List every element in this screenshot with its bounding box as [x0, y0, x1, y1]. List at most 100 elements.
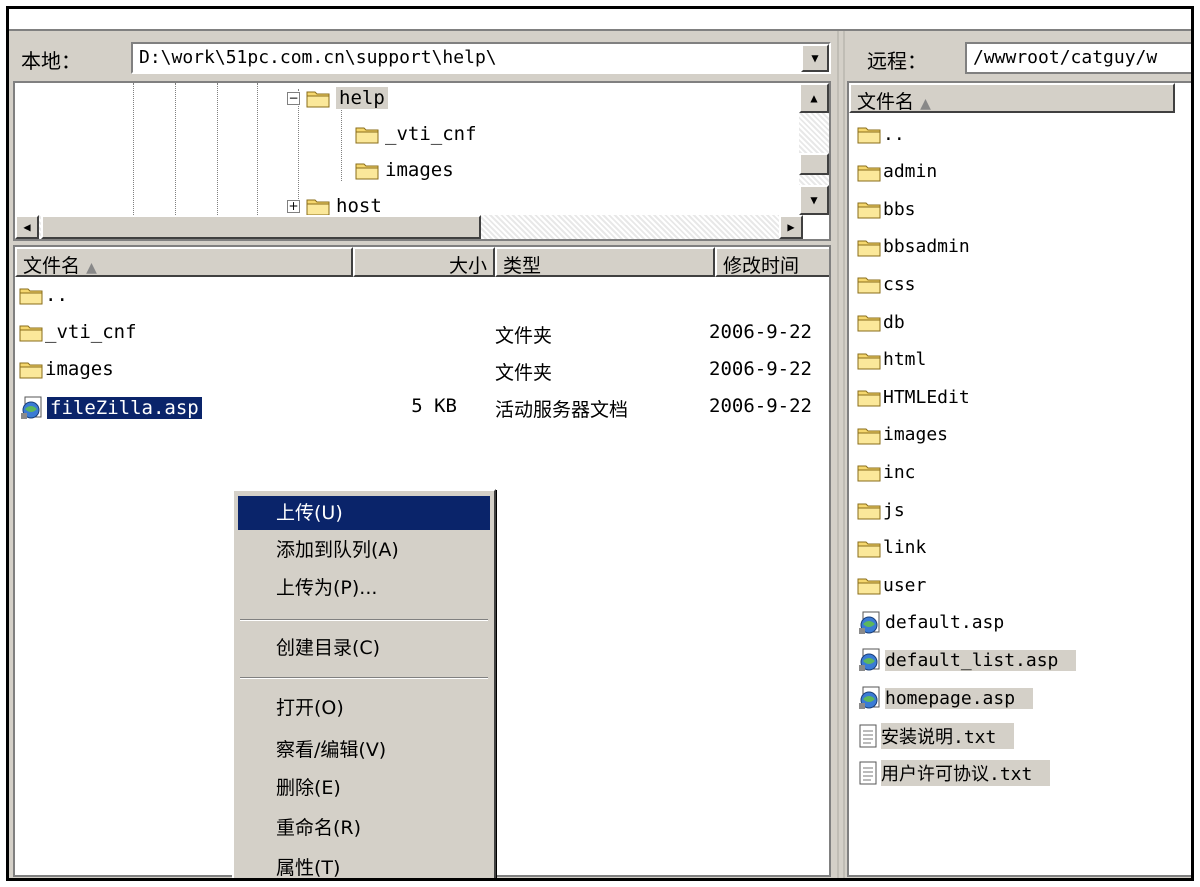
tree-node[interactable]: images [355, 159, 454, 181]
column-header-name[interactable]: 文件名 ▲ [15, 247, 353, 277]
folder-icon [857, 350, 881, 370]
sort-ascending-icon: ▲ [86, 260, 97, 276]
remote-file-name: inc [883, 461, 916, 483]
remote-file-name: images [883, 424, 949, 446]
file-row[interactable]: _vti_cnf 文件夹 2006-9-22 [15, 316, 829, 352]
remote-file-name: admin [883, 161, 938, 183]
asp-file-icon [19, 395, 45, 421]
file-row[interactable]: images 文件夹 2006-9-22 [15, 353, 829, 389]
tree-vertical-scrollbar[interactable]: ▲ ▼ [799, 83, 829, 215]
column-header-type[interactable]: 类型 [495, 247, 715, 277]
local-path-combo[interactable]: D:\work\51pc.com.cn\support\help\ ▼ [131, 42, 831, 74]
remote-column-header-name[interactable]: 文件名 ▲ [849, 83, 1175, 113]
folder-icon [857, 162, 881, 182]
folder-icon [857, 237, 881, 257]
remote-file-row[interactable]: .. [857, 117, 905, 151]
tree-node[interactable]: − help [287, 87, 388, 109]
folder-icon [19, 285, 43, 305]
column-header-size[interactable]: 大小 [353, 247, 495, 277]
folder-icon [355, 124, 379, 144]
scroll-thumb[interactable] [799, 153, 829, 175]
menu-item-delete[interactable]: 删除(E) [238, 771, 490, 805]
file-name-cell: .. [19, 284, 68, 306]
folder-icon [857, 274, 881, 294]
remote-file-row[interactable]: js [857, 493, 905, 527]
file-modified: 2006-9-22 [709, 321, 812, 343]
ftp-client-window: 本地： D:\work\51pc.com.cn\support\help\ ▼ … [6, 6, 1194, 881]
scroll-up-button[interactable]: ▲ [799, 83, 829, 113]
remote-file-name: bbsadmin [883, 236, 970, 258]
file-row[interactable]: .. [15, 279, 829, 315]
local-path-dropdown-button[interactable]: ▼ [801, 44, 829, 72]
menu-item-upload[interactable]: 上传(U) [238, 496, 490, 530]
remote-file-row[interactable]: css [857, 267, 916, 301]
tree-expander-icon[interactable]: − [287, 91, 300, 105]
pane-splitter[interactable] [833, 31, 845, 878]
menu-item-rename[interactable]: 重命名(R) [238, 811, 490, 845]
remote-file-name: html [883, 349, 927, 371]
tree-node[interactable]: _vti_cnf [355, 123, 477, 145]
menu-item-add-to-queue[interactable]: 添加到队列(A) [238, 533, 490, 567]
tree-node-label: help [336, 87, 388, 109]
remote-file-name: default_list.asp [885, 649, 1077, 671]
tree-node[interactable]: + host [287, 195, 382, 217]
remote-file-row[interactable]: user [857, 568, 926, 602]
remote-file-row[interactable]: 用户许可协议.txt [857, 756, 1051, 790]
file-name-cell: _vti_cnf [19, 321, 137, 343]
menu-item-view-edit[interactable]: 察看/编辑(V) [238, 733, 490, 767]
menu-item-upload-as[interactable]: 上传为(P)... [238, 571, 490, 605]
file-type: 文件夹 [495, 362, 553, 384]
asp-file-icon [857, 610, 883, 636]
folder-icon [857, 575, 881, 595]
remote-file-name: user [883, 574, 927, 596]
file-modified: 2006-9-22 [709, 395, 812, 417]
folder-icon [306, 196, 330, 216]
file-name: fileZilla.asp [46, 396, 203, 420]
local-folder-tree: − help _vti_cnfimages + host ▲ ▼ ◀ ▶ [13, 81, 831, 241]
remote-file-row[interactable]: html [857, 343, 926, 377]
horizontal-scroll-thumb[interactable] [41, 215, 481, 239]
file-name: _vti_cnf [45, 321, 137, 343]
tree-guide-line [341, 101, 342, 181]
scroll-right-button[interactable]: ▶ [779, 215, 803, 239]
remote-file-row[interactable]: default_list.asp [857, 643, 1077, 677]
remote-file-row[interactable]: admin [857, 155, 937, 189]
tree-guide-line [257, 83, 258, 223]
file-row[interactable]: fileZilla.asp 5 KB 活动服务器文档 2006-9-22 [15, 390, 829, 426]
column-header-modified[interactable]: 修改时间 [715, 247, 829, 277]
folder-icon [857, 538, 881, 558]
menu-item-create-directory[interactable]: 创建目录(C) [238, 631, 490, 665]
remote-file-row[interactable]: bbsadmin [857, 230, 970, 264]
menu-item-properties[interactable]: 属性(T) [238, 851, 490, 878]
remote-file-row[interactable]: homepage.asp [857, 681, 1034, 715]
remote-file-name: HTMLEdit [883, 386, 970, 408]
remote-file-row[interactable]: HTMLEdit [857, 380, 970, 414]
scroll-down-button[interactable]: ▼ [799, 185, 829, 215]
remote-file-row[interactable]: inc [857, 455, 916, 489]
remote-file-row[interactable]: db [857, 305, 905, 339]
tree-horizontal-scrollbar[interactable]: ◀ ▶ [15, 215, 803, 239]
remote-file-name: 用户许可协议.txt [881, 760, 1051, 787]
remote-file-row[interactable]: 安装说明.txt [857, 719, 1015, 753]
folder-icon [306, 88, 330, 108]
remote-file-name: .. [883, 123, 905, 145]
file-name: images [45, 358, 114, 380]
folder-icon [857, 124, 881, 144]
tree-expander-icon[interactable]: + [287, 199, 300, 213]
local-pane: 本地： D:\work\51pc.com.cn\support\help\ ▼ … [13, 37, 831, 878]
remote-file-row[interactable]: default.asp [857, 606, 1004, 640]
remote-file-row[interactable]: images [857, 418, 948, 452]
local-path-label: 本地： [21, 49, 81, 73]
scroll-left-button[interactable]: ◀ [15, 215, 39, 239]
remote-file-row[interactable]: link [857, 531, 926, 565]
remote-file-list: 文件名 ▲ .. admin bbs bbsadmin css db html HTMLEdi… [847, 81, 1191, 877]
tree-guide-line [217, 83, 218, 223]
folder-icon [857, 199, 881, 219]
remote-file-name: db [883, 311, 905, 333]
folder-icon [857, 500, 881, 520]
tree-guide-line [133, 83, 134, 223]
remote-file-row[interactable]: bbs [857, 192, 916, 226]
remote-path-combo[interactable]: /wwwroot/catguy/w [965, 42, 1191, 74]
file-name: .. [45, 284, 68, 306]
menu-item-open[interactable]: 打开(O) [238, 691, 490, 725]
